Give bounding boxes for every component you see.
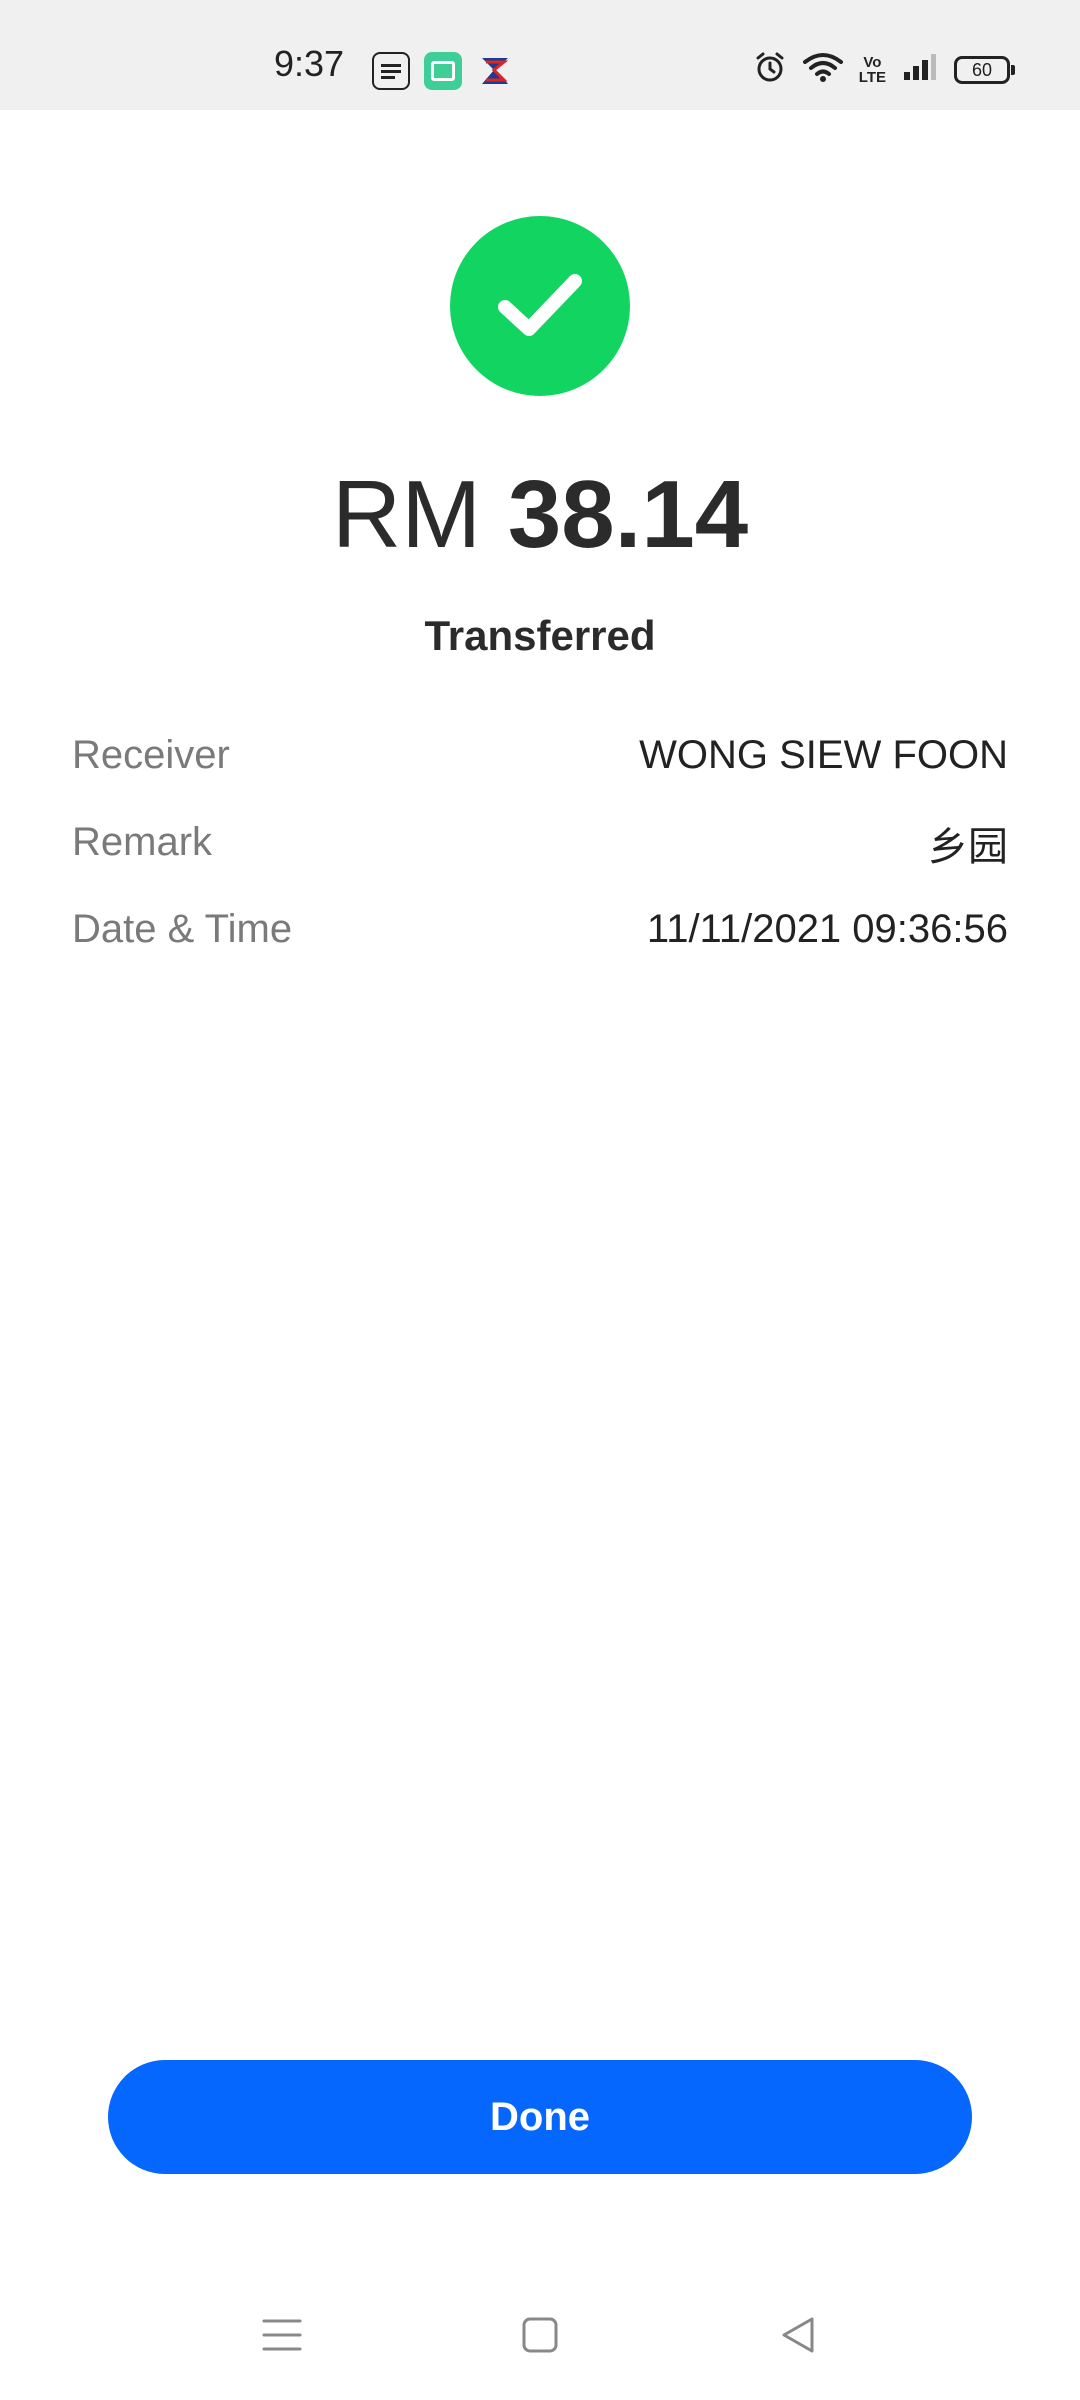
detail-row-datetime: Date & Time 11/11/2021 09:36:56 bbox=[72, 886, 1008, 973]
home-icon[interactable] bbox=[510, 2310, 570, 2360]
navigation-bar bbox=[0, 2290, 1080, 2380]
transfer-details: Receiver WONG SIEW FOON Remark 乡园 Date &… bbox=[72, 712, 1008, 973]
detail-row-receiver: Receiver WONG SIEW FOON bbox=[72, 712, 1008, 799]
checkmark-icon bbox=[498, 274, 582, 336]
transfer-status: Transferred bbox=[424, 612, 656, 659]
volte-icon: Vo LTE bbox=[858, 53, 886, 86]
datetime-value: 11/11/2021 09:36:56 bbox=[646, 907, 1008, 951]
back-icon[interactable] bbox=[768, 2310, 828, 2360]
detail-row-remark: Remark 乡园 bbox=[72, 799, 1008, 886]
remark-value: 乡园 bbox=[928, 824, 1008, 869]
receiver-value: WONG SIEW FOON bbox=[639, 733, 1008, 777]
amount-value: 38.14 bbox=[507, 461, 749, 568]
status-bar: 9:37 Vo LTE 60 bbox=[0, 0, 1080, 110]
transfer-amount: RM 38.14 bbox=[0, 460, 1080, 570]
success-checkmark-icon bbox=[450, 216, 630, 396]
status-time: 9:37 bbox=[274, 43, 345, 84]
done-button[interactable]: Done bbox=[108, 2060, 972, 2174]
wifi-icon bbox=[802, 51, 843, 88]
menu-icon[interactable] bbox=[252, 2310, 312, 2360]
notification-icons bbox=[372, 52, 514, 90]
receiver-label: Receiver bbox=[72, 733, 230, 777]
datetime-label: Date & Time bbox=[72, 907, 293, 951]
signal-icon bbox=[902, 52, 938, 87]
green-app-icon bbox=[424, 52, 462, 90]
touch-n-go-ewallet-icon bbox=[372, 52, 410, 90]
amount-currency: RM bbox=[331, 461, 482, 568]
alarm-icon bbox=[753, 50, 787, 89]
remark-label: Remark bbox=[72, 820, 213, 864]
system-icons: Vo LTE 60 bbox=[753, 50, 1015, 89]
battery-icon: 60 bbox=[954, 55, 1015, 84]
malaysia-flag-app-icon bbox=[476, 52, 514, 90]
